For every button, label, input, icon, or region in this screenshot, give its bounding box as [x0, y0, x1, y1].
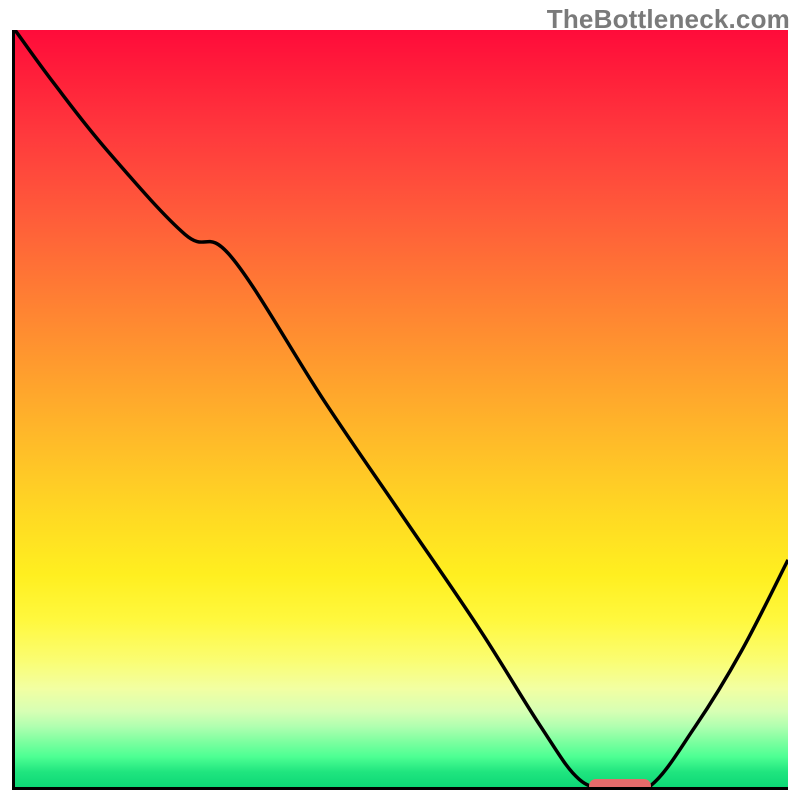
- optimal-marker: [589, 779, 651, 790]
- bottleneck-curve: [15, 30, 788, 787]
- plot-area: [12, 30, 788, 790]
- curve-svg: [15, 30, 788, 787]
- bottleneck-chart: TheBottleneck.com: [0, 0, 800, 800]
